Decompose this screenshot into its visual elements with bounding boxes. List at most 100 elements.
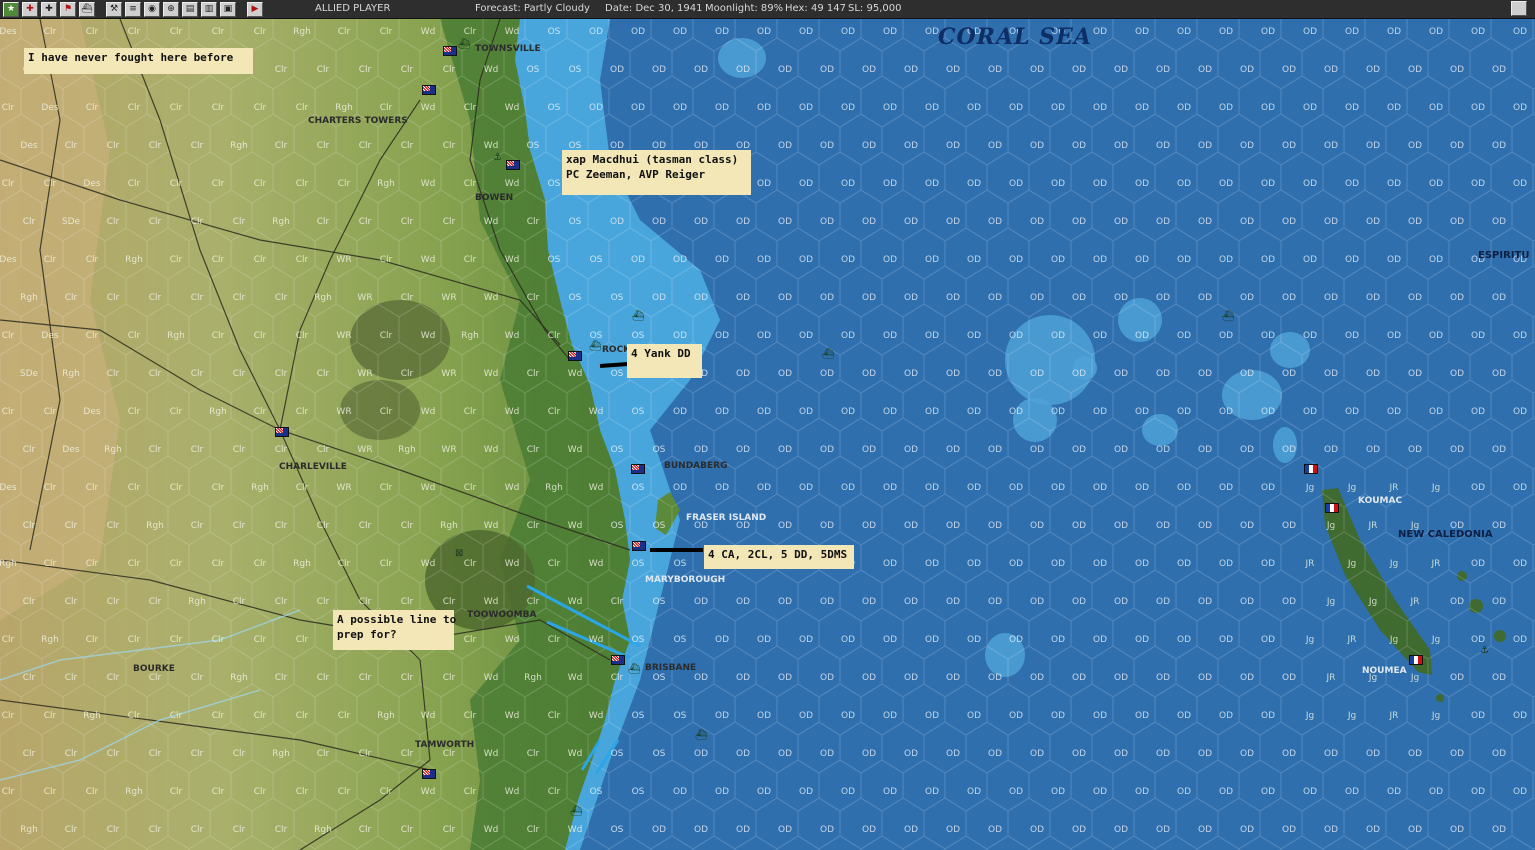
terrain-code: Clr xyxy=(317,141,330,151)
terrain-code: OD xyxy=(673,103,687,113)
terrain-code: Clr xyxy=(338,787,351,797)
ship-unit-icon[interactable]: ⛴ xyxy=(632,311,645,322)
terrain-code: OD xyxy=(1051,635,1065,645)
anchor-icon[interactable]: ⚓ xyxy=(493,152,502,163)
terrain-code: Rgh xyxy=(104,445,122,455)
terrain-code: OS xyxy=(674,711,687,721)
target-button[interactable]: ⊕ xyxy=(163,1,179,17)
terrain-code: OD xyxy=(841,407,855,417)
terrain-code: OD xyxy=(1093,331,1107,341)
report-button[interactable]: ▤ xyxy=(182,1,198,17)
terrain-code: OD xyxy=(841,255,855,265)
allied-base-flag-bowen[interactable] xyxy=(506,160,520,170)
ship-unit-icon[interactable]: ⛴ xyxy=(458,39,471,50)
log-button[interactable]: ▥ xyxy=(201,1,217,17)
terrain-code: Rgh xyxy=(314,825,332,835)
terrain-code: OD xyxy=(1114,825,1128,835)
terrain-code: OD xyxy=(1072,521,1086,531)
terrain-code: OD xyxy=(1051,787,1065,797)
terrain-code: OD xyxy=(799,103,813,113)
window-close-button[interactable] xyxy=(1511,1,1527,16)
ship-unit-icon[interactable]: ⛴ xyxy=(822,349,835,360)
french-base-flag[interactable] xyxy=(1304,464,1318,474)
terrain-code: JR xyxy=(1389,711,1399,721)
terrain-code: Wd xyxy=(505,559,520,569)
map-note-xap-macdhui[interactable]: xap Macdhui (tasman class) PC Zeeman, AV… xyxy=(562,150,751,195)
blue-cross-button[interactable]: ✚ xyxy=(41,1,57,17)
terrain-code: OD xyxy=(757,483,771,493)
terrain-code: OS xyxy=(611,293,624,303)
terrain-code: WR xyxy=(336,483,351,493)
ship-unit-icon[interactable]: ⛴ xyxy=(695,730,708,741)
french-base-flag-noumea[interactable] xyxy=(1409,655,1423,665)
terrain-code: OD xyxy=(1345,787,1359,797)
screen-button[interactable]: ▣ xyxy=(220,1,236,17)
allied-base-flag-maryborough[interactable] xyxy=(632,541,646,551)
red-flag-button[interactable]: ✚ xyxy=(22,1,38,17)
terrain-code: OD xyxy=(1240,141,1254,151)
terrain-code: Clr xyxy=(359,65,372,75)
french-base-flag-koumac[interactable] xyxy=(1325,503,1339,513)
stack-button[interactable]: ≡ xyxy=(125,1,141,17)
terrain-code: OD xyxy=(841,483,855,493)
terrain-code: OD xyxy=(1135,103,1149,113)
allied-base-flag-tamworth[interactable] xyxy=(422,769,436,779)
terrain-code: OD xyxy=(904,65,918,75)
terrain-code: Clr xyxy=(149,217,162,227)
terrain-code: Wd xyxy=(421,331,436,341)
allied-base-flag[interactable] xyxy=(422,85,436,95)
map-note-possible-line[interactable]: A possible line to prep for? xyxy=(333,610,456,650)
allied-base-flag-townsville[interactable] xyxy=(443,46,457,56)
terrain-code: OD xyxy=(1009,407,1023,417)
terrain-code: OD xyxy=(1303,27,1317,37)
terrain-code: Wd xyxy=(589,407,604,417)
terrain-code: Clr xyxy=(107,217,120,227)
region-label-espiritu: ESPIRITU xyxy=(1478,250,1530,261)
hex-map[interactable]: Des Clr Clr Clr Clr Clr Clr Rgh Clr Clr Wd Clr Wd OS O… xyxy=(0,19,1535,850)
ship-unit-icon[interactable]: ⛴ xyxy=(570,806,583,817)
terrain-code: Rgh xyxy=(125,255,143,265)
red-flag-small-button[interactable]: ⚑ xyxy=(60,1,76,17)
terrain-code: OD xyxy=(988,825,1002,835)
terrain-code: OD xyxy=(1072,369,1086,379)
terrain-code: OD xyxy=(757,255,771,265)
terrain-code: OD xyxy=(631,255,645,265)
terrain-code: Wd xyxy=(568,825,583,835)
terrain-code: OS xyxy=(653,749,666,759)
terrain-code: OD xyxy=(1030,749,1044,759)
infantry-button[interactable]: ⚒ xyxy=(106,1,122,17)
terrain-code: OD xyxy=(820,521,834,531)
terrain-code: Rgh xyxy=(0,559,17,569)
end-turn-button[interactable]: ▶ xyxy=(247,1,263,17)
land-unit-icon[interactable]: ⊠ xyxy=(455,548,463,559)
terrain-code: OD xyxy=(1219,711,1233,721)
terrain-code: Clr xyxy=(380,483,393,493)
allied-base-flag-bundaberg[interactable] xyxy=(631,464,645,474)
terrain-code: Clr xyxy=(548,635,561,645)
terrain-code: OD xyxy=(946,369,960,379)
globe-button[interactable]: ◉ xyxy=(144,1,160,17)
terrain-code: WR xyxy=(441,445,456,455)
terrain-code: OD xyxy=(988,521,1002,531)
green-star-button[interactable]: ★ xyxy=(3,1,19,17)
terrain-code: OD xyxy=(925,711,939,721)
terrain-code: OD xyxy=(1030,369,1044,379)
allied-base-flag-rockhampton[interactable] xyxy=(568,351,582,361)
terrain-code: OD xyxy=(1387,179,1401,189)
ship-unit-icon[interactable]: ⛴ xyxy=(628,664,641,675)
map-note-yank-dd[interactable]: 4 Yank DD xyxy=(627,344,702,378)
terrain-code: OD xyxy=(1072,825,1086,835)
allied-base-flag-brisbane[interactable] xyxy=(611,655,625,665)
ship-unit-icon[interactable]: ⛴ xyxy=(1222,311,1235,322)
anchor-icon[interactable]: ⚓ xyxy=(1480,645,1489,656)
ship-unit-icon[interactable]: ⛴ xyxy=(589,341,602,352)
terrain-code: OD xyxy=(1324,749,1338,759)
terrain-code: Jg xyxy=(1410,673,1419,683)
ship-button[interactable]: ⛴ xyxy=(79,1,95,17)
terrain-code: Rgh xyxy=(41,635,59,645)
terrain-code: OD xyxy=(694,597,708,607)
map-note-ca-force[interactable]: 4 CA, 2CL, 5 DD, 5DMS xyxy=(704,545,854,569)
terrain-code: Clr xyxy=(275,521,288,531)
allied-base-flag-charleville[interactable] xyxy=(275,427,289,437)
map-note-never-fought[interactable]: I have never fought here before xyxy=(24,48,253,74)
